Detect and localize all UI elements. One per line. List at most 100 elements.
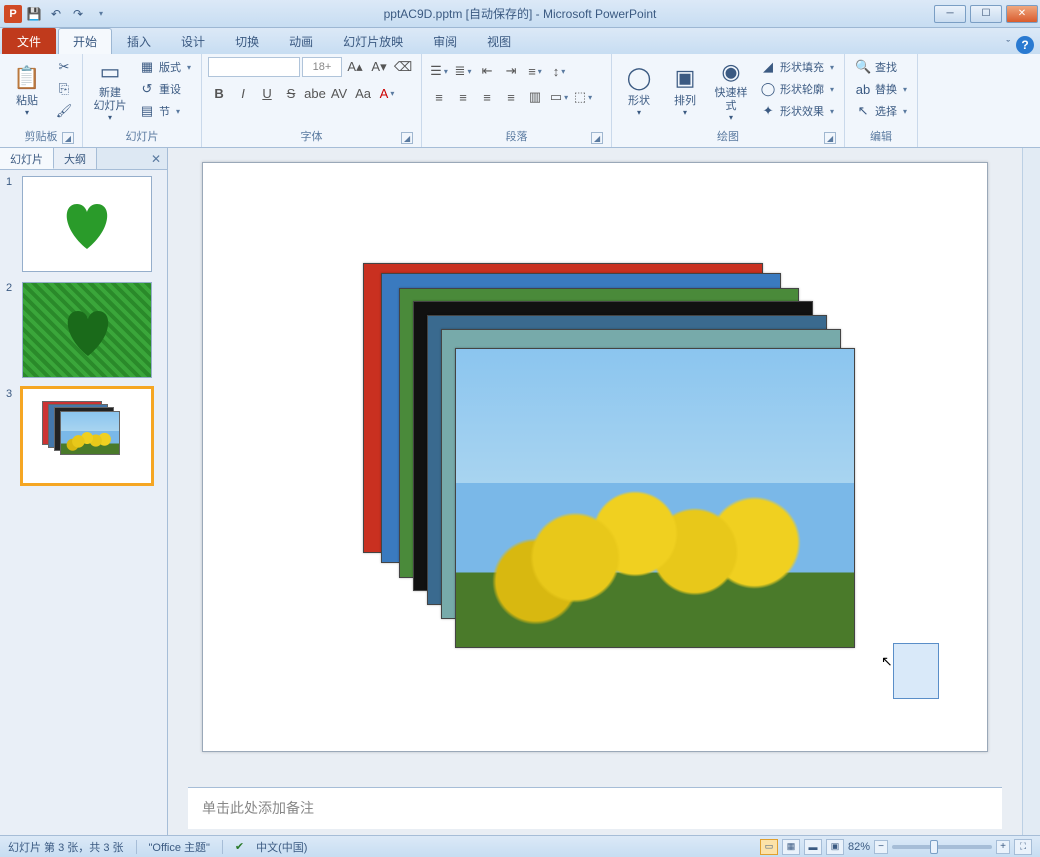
- font-color-button[interactable]: A: [376, 83, 398, 103]
- numbering-button[interactable]: ≣: [452, 61, 474, 81]
- line-spacing-button[interactable]: ≡: [524, 61, 546, 81]
- replace-button[interactable]: ab替换: [851, 79, 911, 99]
- char-spacing-button[interactable]: AV: [328, 83, 350, 103]
- italic-button[interactable]: I: [232, 83, 254, 103]
- clipboard-launcher[interactable]: ◢: [62, 132, 74, 144]
- increase-font-button[interactable]: A▴: [344, 57, 366, 77]
- thumb-row[interactable]: 1: [6, 176, 161, 272]
- format-painter-button[interactable]: 🖌: [52, 101, 76, 121]
- clear-format-button[interactable]: ⌫: [392, 57, 414, 77]
- decrease-indent-button[interactable]: ⇤: [476, 61, 498, 81]
- tab-transitions[interactable]: 切换: [220, 28, 274, 54]
- justify-button[interactable]: ≡: [500, 87, 522, 107]
- cut-button[interactable]: ✂: [52, 57, 76, 77]
- tab-insert[interactable]: 插入: [112, 28, 166, 54]
- text-direction-button[interactable]: ↕: [548, 61, 570, 81]
- canvas-area[interactable]: ↖: [168, 148, 1022, 787]
- minimize-button[interactable]: ─: [934, 5, 966, 23]
- zoom-out-button[interactable]: −: [874, 840, 888, 854]
- tab-file[interactable]: 文件: [2, 28, 56, 54]
- normal-view-button[interactable]: ▭: [760, 839, 778, 855]
- zoom-in-button[interactable]: +: [996, 840, 1010, 854]
- image-stack[interactable]: [363, 263, 853, 663]
- change-case-button[interactable]: Aa: [352, 83, 374, 103]
- group-drawing: ◯形状▾ ▣排列▾ ◉快速样式▾ ◢形状填充 ◯形状轮廓 ✦形状效果 绘图◢: [612, 54, 845, 147]
- align-center-button[interactable]: ≡: [452, 87, 474, 107]
- quick-styles-button[interactable]: ◉快速样式▾: [710, 57, 752, 123]
- smartart-button[interactable]: ⬚: [572, 87, 594, 107]
- help-icon[interactable]: ?: [1016, 36, 1034, 54]
- zoom-label[interactable]: 82%: [848, 841, 870, 853]
- find-button[interactable]: 🔍查找: [851, 57, 911, 77]
- panel-tab-slides[interactable]: 幻灯片: [0, 148, 54, 169]
- slide-canvas[interactable]: ↖: [202, 162, 988, 752]
- stack-image-front[interactable]: [455, 348, 855, 648]
- font-size-combo[interactable]: 18+: [302, 57, 342, 77]
- qat-customize[interactable]: [90, 4, 110, 24]
- undo-button[interactable]: ↶: [46, 4, 66, 24]
- layout-button[interactable]: ▦版式: [135, 57, 195, 77]
- select-button[interactable]: ↖选择: [851, 101, 911, 121]
- zoom-thumb[interactable]: [930, 840, 938, 854]
- group-slides-label: 幻灯片: [126, 131, 159, 143]
- tab-slideshow[interactable]: 幻灯片放映: [328, 28, 418, 54]
- drawing-launcher[interactable]: ◢: [824, 132, 836, 144]
- group-font-label: 字体: [301, 131, 323, 143]
- leaf-heart-icon: [57, 194, 117, 254]
- decrease-font-button[interactable]: A▾: [368, 57, 390, 77]
- app-icon[interactable]: P: [4, 5, 22, 23]
- panel-tab-outline[interactable]: 大纲: [54, 148, 97, 169]
- thumb-2[interactable]: [22, 282, 152, 378]
- tab-view[interactable]: 视图: [472, 28, 526, 54]
- paste-button[interactable]: 📋 粘贴 ▾: [6, 57, 48, 123]
- zoom-slider[interactable]: [892, 845, 992, 849]
- align-right-button[interactable]: ≡: [476, 87, 498, 107]
- section-button[interactable]: ▤节: [135, 101, 195, 121]
- thumb-3[interactable]: [22, 388, 152, 484]
- shape-fill-button[interactable]: ◢形状填充: [756, 57, 838, 77]
- window-title: pptAC9D.pptm [自动保存的] - Microsoft PowerPo…: [384, 5, 657, 22]
- bold-button[interactable]: B: [208, 83, 230, 103]
- group-paragraph: ☰ ≣ ⇤ ⇥ ≡ ↕ ≡ ≡ ≡ ≡ ▥ ▭ ⬚ 段落◢: [422, 54, 612, 147]
- shape-effects-button[interactable]: ✦形状效果: [756, 101, 838, 121]
- tab-design[interactable]: 设计: [166, 28, 220, 54]
- tab-review[interactable]: 审阅: [418, 28, 472, 54]
- font-launcher[interactable]: ◢: [401, 132, 413, 144]
- thumb-row[interactable]: 3: [6, 388, 161, 484]
- bullets-button[interactable]: ☰: [428, 61, 450, 81]
- align-left-button[interactable]: ≡: [428, 87, 450, 107]
- maximize-button[interactable]: ☐: [970, 5, 1002, 23]
- shadow-button[interactable]: abe: [304, 83, 326, 103]
- redo-button[interactable]: ↷: [68, 4, 88, 24]
- tab-home[interactable]: 开始: [58, 28, 112, 54]
- tab-animations[interactable]: 动画: [274, 28, 328, 54]
- spellcheck-icon[interactable]: ✔: [235, 840, 244, 853]
- paragraph-launcher[interactable]: ◢: [591, 132, 603, 144]
- selection-rectangle[interactable]: [893, 643, 939, 699]
- font-family-combo[interactable]: [208, 57, 300, 77]
- close-button[interactable]: ✕: [1006, 5, 1038, 23]
- language-label[interactable]: 中文(中国): [256, 839, 307, 855]
- shapes-button[interactable]: ◯形状▾: [618, 57, 660, 123]
- collapse-ribbon-icon[interactable]: ˇ: [1006, 39, 1010, 51]
- strikethrough-button[interactable]: S: [280, 83, 302, 103]
- columns-button[interactable]: ▥: [524, 87, 546, 107]
- align-text-button[interactable]: ▭: [548, 87, 570, 107]
- vertical-scrollbar[interactable]: [1022, 148, 1040, 835]
- fit-window-button[interactable]: ⛶: [1014, 839, 1032, 855]
- arrange-button[interactable]: ▣排列▾: [664, 57, 706, 123]
- thumb-row[interactable]: 2: [6, 282, 161, 378]
- panel-close-button[interactable]: ✕: [145, 148, 167, 169]
- sorter-view-button[interactable]: ▦: [782, 839, 800, 855]
- slideshow-view-button[interactable]: ▣: [826, 839, 844, 855]
- reading-view-button[interactable]: ▬: [804, 839, 822, 855]
- new-slide-button[interactable]: ▭ 新建 幻灯片 ▾: [89, 57, 131, 123]
- underline-button[interactable]: U: [256, 83, 278, 103]
- reset-button[interactable]: ↺重设: [135, 79, 195, 99]
- notes-pane[interactable]: 单击此处添加备注: [188, 787, 1002, 829]
- shape-outline-button[interactable]: ◯形状轮廓: [756, 79, 838, 99]
- copy-button[interactable]: ⎘: [52, 79, 76, 99]
- thumb-1[interactable]: [22, 176, 152, 272]
- save-button[interactable]: 💾: [24, 4, 44, 24]
- increase-indent-button[interactable]: ⇥: [500, 61, 522, 81]
